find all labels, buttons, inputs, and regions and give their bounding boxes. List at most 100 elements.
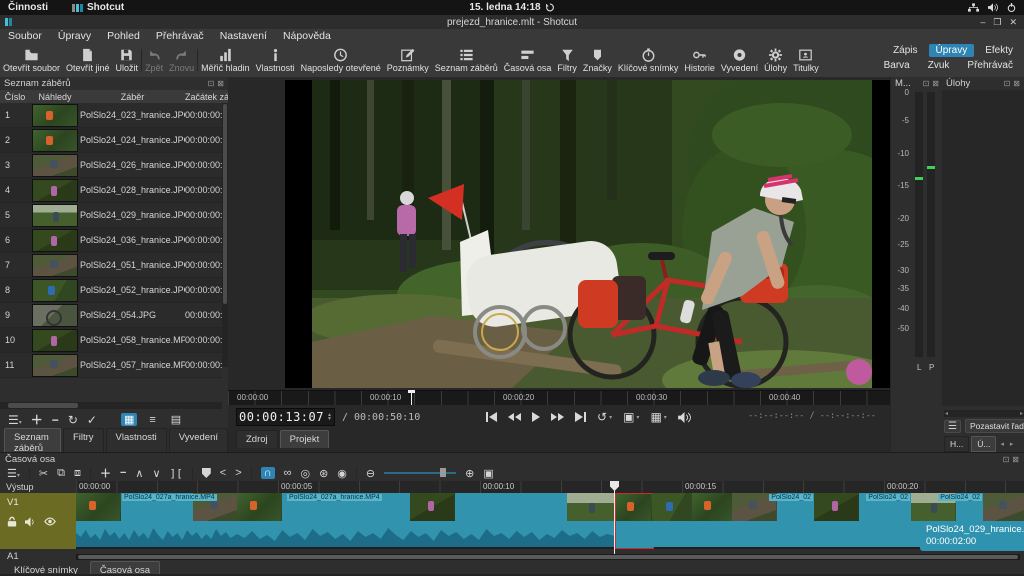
grid-button[interactable]: ▦▾ <box>650 410 666 424</box>
update-icon[interactable]: ↻ <box>68 413 78 427</box>
menu-soubor[interactable]: Soubor <box>0 30 50 42</box>
col-cislo[interactable]: Číslo <box>0 92 30 102</box>
play-button[interactable] <box>532 412 540 422</box>
maximize-button[interactable]: ❒ <box>993 17 1001 28</box>
close-panel-icon[interactable]: ⊠ <box>932 79 939 88</box>
layout-efekty[interactable]: Efekty <box>978 44 1020 57</box>
video-track-head[interactable]: V1 <box>0 493 76 549</box>
focused-app-name[interactable]: Shotcut <box>87 2 124 13</box>
open-other-button[interactable]: Otevřít jiné <box>63 44 113 76</box>
ripple-markers-icon[interactable]: ◉ <box>337 467 347 480</box>
timeline-clip[interactable] <box>652 493 693 547</box>
playlist-row[interactable]: 2PolSlo24_024_hranice.JPG00:00:00:00 <box>0 128 222 153</box>
apply-icon[interactable]: ✓ <box>87 413 97 427</box>
ripple-all-tracks-icon[interactable]: ⊛ <box>319 467 328 480</box>
timeline-horizontal-scrollbar[interactable] <box>76 554 1020 560</box>
notes-button[interactable]: Poznámky <box>384 44 432 76</box>
tab-scroll-arrows[interactable]: ◂ ▸ <box>998 440 1015 448</box>
hide-icon[interactable] <box>44 517 56 526</box>
view-tiles-icon[interactable]: ≡ <box>146 414 158 426</box>
timeline-clip-selected[interactable] <box>615 493 654 549</box>
rewind-button[interactable] <box>508 413 521 421</box>
cut-icon[interactable]: ✂ <box>39 467 48 480</box>
zoom-fit-button[interactable]: ▣▾ <box>623 410 639 424</box>
redo-button[interactable]: Znovu <box>166 44 197 76</box>
playlist-row[interactable]: 9PolSlo24_054.JPG00:00:00:00 <box>0 303 222 328</box>
split-icon[interactable]: ][ <box>170 467 183 480</box>
copy-icon[interactable]: ⧉ <box>57 467 65 480</box>
pause-queue-button[interactable]: Pozastavit řadu <box>965 419 1024 433</box>
timeline-ruler[interactable]: 00:00:00 00:00:05 00:00:10 00:00:15 00:0… <box>76 481 1024 493</box>
minimize-button[interactable]: – <box>980 17 985 28</box>
keyframes-button[interactable]: Klíčové snímky <box>615 44 682 76</box>
timeline-clip[interactable]: PolSlo24_027a_hranice.MP4 <box>76 493 238 547</box>
close-button[interactable]: ✕ <box>1009 17 1017 28</box>
menu-nastaveni[interactable]: Nastavení <box>212 30 275 42</box>
player-volume-button[interactable] <box>678 412 691 423</box>
menu-upravy[interactable]: Úpravy <box>50 30 99 42</box>
prev-marker-icon[interactable]: < <box>220 467 226 479</box>
playlist-row[interactable]: 6PolSlo24_036_hranice.JPG00:00:00:00 <box>0 228 222 253</box>
float-panel-icon[interactable]: ⊡ <box>208 79 215 88</box>
col-zacatek[interactable]: Začátek záběru <box>185 92 228 102</box>
playlist-row[interactable]: 10PolSlo24_058_hranice.MP400:00:00:00 <box>0 328 222 353</box>
current-timecode-field[interactable]: 00:00:13:07 ▲▼ <box>236 408 335 426</box>
float-panel-icon[interactable]: ⊡ <box>923 79 930 88</box>
ripple-delete-icon[interactable]: − <box>120 467 126 479</box>
playlist-horizontal-scrollbar[interactable] <box>0 402 222 409</box>
loop-button[interactable]: ↺▾ <box>597 410 612 424</box>
markers-button[interactable]: Značky <box>580 44 615 76</box>
timecode-spinner[interactable]: ▲▼ <box>324 413 332 421</box>
fast-forward-button[interactable] <box>551 413 564 421</box>
layout-zapis[interactable]: Zápis <box>886 44 924 57</box>
zoom-in-icon[interactable]: ⊕ <box>465 467 474 480</box>
ripple-icon[interactable]: ◎ <box>300 467 310 480</box>
properties-button[interactable]: Vlastnosti <box>253 44 298 76</box>
menu-napoveda[interactable]: Nápověda <box>275 30 339 42</box>
playlist-row[interactable]: 4PolSlo24_028_hranice.JPG00:00:00:00 <box>0 178 222 203</box>
col-nahledy[interactable]: Náhledy <box>30 92 80 102</box>
playlist-row[interactable]: 8PolSlo24_052_hranice.JPG00:00:00:00 <box>0 278 222 303</box>
audio-meter-button[interactable]: Měřič hladin <box>198 44 253 76</box>
filters-button[interactable]: Filtry <box>554 44 580 76</box>
playlist-row[interactable]: 7PolSlo24_051_hranice.JPG00:00:00:00 <box>0 253 222 278</box>
marker-icon[interactable] <box>202 468 211 478</box>
append-icon[interactable]: ＋ <box>31 411 43 428</box>
zoom-fit-icon[interactable]: ▣ <box>483 467 493 480</box>
recent-button[interactable]: Naposledy otevřené <box>298 44 384 76</box>
next-marker-icon[interactable]: > <box>235 467 241 479</box>
timeline-clip[interactable]: PolSlo24_027a_hranice.MP4 <box>237 493 616 547</box>
open-file-button[interactable]: Otevřít soubor <box>0 44 63 76</box>
playlist-row[interactable]: 1PolSlo24_023_hranice.JPG00:00:00:00 <box>0 103 222 128</box>
float-panel-icon[interactable]: ⊡ <box>1003 455 1010 464</box>
system-tray[interactable] <box>968 3 1024 12</box>
view-icons-icon[interactable]: ▤ <box>168 413 184 426</box>
lift-icon[interactable]: ∧ <box>135 467 143 480</box>
clock[interactable]: 15. ledna 14:18 <box>469 2 554 13</box>
view-details-icon[interactable]: ▦ <box>121 413 137 426</box>
playlist-button[interactable]: Seznam záběrů <box>432 44 501 76</box>
activities-button[interactable]: Činnosti <box>0 2 56 13</box>
jobs-menu-icon[interactable]: ☰ <box>944 420 961 433</box>
close-panel-icon[interactable]: ⊠ <box>217 79 224 88</box>
append-icon[interactable]: ＋ <box>100 465 111 481</box>
timeline-zoom-slider[interactable] <box>384 472 456 474</box>
mute-icon[interactable] <box>25 517 36 527</box>
menu-pohled[interactable]: Pohled <box>99 30 148 42</box>
playlist-column-headers[interactable]: Číslo Náhledy Záběr Začátek záběru <box>0 90 228 104</box>
timeline-clip[interactable] <box>692 493 733 547</box>
layout-barva[interactable]: Barva <box>877 59 917 72</box>
tab-historie[interactable]: H... <box>944 436 969 452</box>
tab-zdroj[interactable]: Zdroj <box>236 430 278 448</box>
float-panel-icon[interactable]: ⊡ <box>1004 79 1011 88</box>
window-title-bar[interactable]: prejezd_hranice.mlt - Shotcut – ❒ ✕ <box>0 15 1024 29</box>
layout-zvuk[interactable]: Zvuk <box>921 59 957 72</box>
layout-prehravac[interactable]: Přehrávač <box>960 59 1020 72</box>
timeline-clip[interactable]: PolSlo24_02 <box>732 493 815 547</box>
playlist-menu-icon[interactable]: ☰▾ <box>8 413 22 427</box>
timeline-clip[interactable]: PolSlo24_02 <box>814 493 912 547</box>
zoom-out-icon[interactable]: ⊖ <box>366 467 375 480</box>
layout-upravy[interactable]: Úpravy <box>929 44 975 57</box>
timeline-button[interactable]: Časová osa <box>501 44 555 76</box>
history-button[interactable]: Historie <box>681 44 718 76</box>
